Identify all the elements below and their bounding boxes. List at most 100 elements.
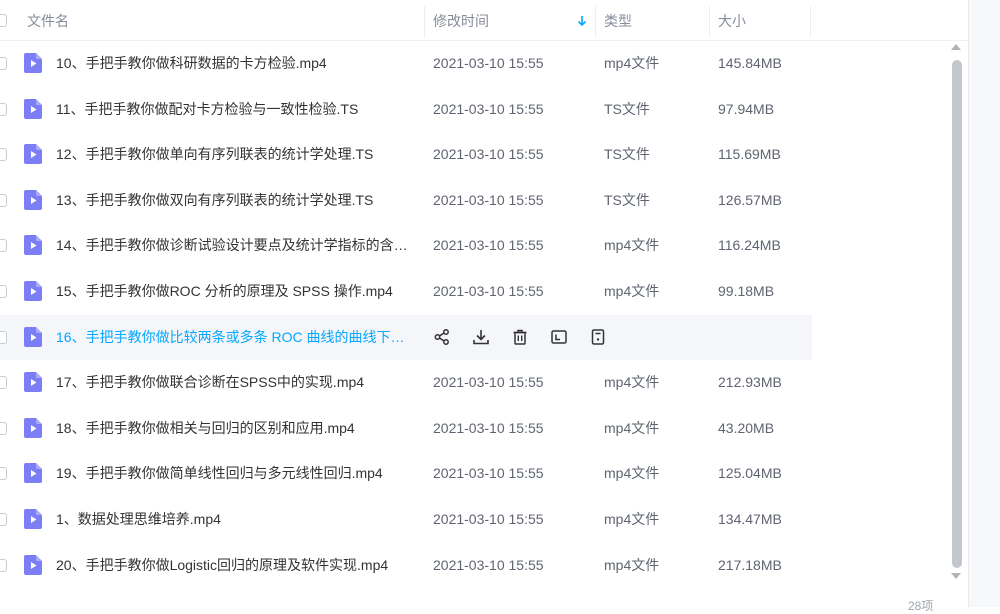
modified-time: 2021-03-10 15:55: [433, 557, 544, 573]
column-header-type[interactable]: 类型: [604, 0, 632, 40]
file-name[interactable]: 17、手把手教你做联合诊断在SPSS中的实现.mp4: [56, 360, 414, 405]
file-size: 99.18MB: [718, 283, 775, 299]
file-type: mp4文件: [604, 420, 660, 436]
scrollbar-thumb[interactable]: [952, 60, 962, 568]
file-type: TS文件: [604, 192, 650, 208]
file-row[interactable]: 16、手把手教你做比较两条或多条 ROC 曲线的曲线下面...: [0, 315, 812, 360]
video-file-icon: [24, 190, 42, 210]
sort-descending-icon[interactable]: [577, 15, 587, 27]
modified-time: 2021-03-10 15:55: [433, 55, 544, 71]
file-size: 125.04MB: [718, 465, 782, 481]
video-file-icon: [24, 235, 42, 255]
file-row[interactable]: 13、手把手教你做双向有序列联表的统计学处理.TS 2021-03-10 15:5…: [0, 178, 812, 223]
modified-time: 2021-03-10 15:55: [433, 192, 544, 208]
modified-time: 2021-03-10 15:55: [433, 101, 544, 117]
file-row[interactable]: 19、手把手教你做简单线性回归与多元线性回归.mp4 2021-03-10 15:…: [0, 451, 812, 496]
file-type: mp4文件: [604, 557, 660, 573]
video-file-icon: [24, 463, 42, 483]
file-row[interactable]: 12、手把手教你做单向有序列联表的统计学处理.TS 2021-03-10 15:5…: [0, 132, 812, 177]
file-name[interactable]: 13、手把手教你做双向有序列联表的统计学处理.TS: [56, 178, 414, 223]
file-list-header: 文件名 修改时间 类型 大小: [0, 0, 968, 41]
file-name[interactable]: 11、手把手教你做配对卡方检验与一致性检验.TS: [56, 87, 414, 132]
file-row[interactable]: 18、手把手教你做相关与回归的区别和应用.mp4 2021-03-10 15:55…: [0, 406, 812, 451]
file-row[interactable]: 1、数据处理思维培养.mp4 2021-03-10 15:55 mp4文件 134.4…: [0, 497, 812, 542]
column-header-time[interactable]: 修改时间: [433, 0, 489, 40]
video-file-icon: [24, 418, 42, 438]
file-type: mp4文件: [604, 465, 660, 481]
file-size: 115.69MB: [718, 146, 781, 162]
file-type: mp4文件: [604, 511, 660, 527]
scroll-down-arrow-icon[interactable]: [951, 573, 961, 579]
file-row[interactable]: 10、手把手教你做科研数据的卡方检验.mp4 2021-03-10 15:55 mp…: [0, 41, 812, 86]
item-count: 28项: [908, 599, 934, 613]
scroll-up-arrow-icon[interactable]: [951, 44, 961, 50]
row-checkbox[interactable]: [0, 239, 7, 252]
file-size: 97.94MB: [718, 101, 775, 117]
row-checkbox[interactable]: [0, 467, 7, 480]
row-checkbox[interactable]: [0, 376, 7, 389]
file-row[interactable]: 14、手把手教你做诊断试验设计要点及统计学指标的含义... 2021-03-10 …: [0, 223, 812, 268]
file-size: 134.47MB: [718, 511, 782, 527]
modified-time: 2021-03-10 15:55: [433, 374, 544, 390]
file-row[interactable]: 17、手把手教你做联合诊断在SPSS中的实现.mp4 2021-03-10 15:…: [0, 360, 812, 405]
modified-time: 2021-03-10 15:55: [433, 146, 544, 162]
file-row[interactable]: 15、手把手教你做ROC 分析的原理及 SPSS 操作.mp4 2021-03-1…: [0, 269, 812, 314]
row-checkbox[interactable]: [0, 194, 7, 207]
file-name[interactable]: 18、手把手教你做相关与回归的区别和应用.mp4: [56, 406, 414, 451]
file-name[interactable]: 1、数据处理思维培养.mp4: [56, 497, 414, 542]
file-name[interactable]: 14、手把手教你做诊断试验设计要点及统计学指标的含义...: [56, 223, 414, 268]
column-divider[interactable]: [709, 6, 710, 38]
file-name[interactable]: 12、手把手教你做单向有序列联表的统计学处理.TS: [56, 132, 414, 177]
row-checkbox[interactable]: [0, 422, 7, 435]
row-checkbox[interactable]: [0, 57, 7, 70]
column-header-size[interactable]: 大小: [718, 0, 746, 40]
file-size: 43.20MB: [718, 420, 775, 436]
video-file-icon: [24, 555, 42, 575]
column-divider[interactable]: [424, 6, 425, 38]
file-size: 145.84MB: [718, 55, 782, 71]
video-file-icon: [24, 144, 42, 164]
file-type: mp4文件: [604, 283, 660, 299]
video-file-icon: [24, 53, 42, 73]
file-row[interactable]: 11、手把手教你做配对卡方检验与一致性检验.TS 2021-03-10 15:55…: [0, 87, 812, 132]
download-icon[interactable]: [472, 328, 490, 346]
file-type: mp4文件: [604, 55, 660, 71]
row-checkbox[interactable]: [0, 285, 7, 298]
share-icon[interactable]: [433, 328, 451, 346]
file-name[interactable]: 20、手把手教你做Logistic回归的原理及软件实现.mp4: [56, 543, 414, 588]
more-icon[interactable]: [589, 328, 607, 346]
file-size: 116.24MB: [718, 237, 781, 253]
column-divider[interactable]: [810, 6, 811, 38]
file-type: TS文件: [604, 101, 650, 117]
row-checkbox[interactable]: [0, 148, 7, 161]
file-name[interactable]: 15、手把手教你做ROC 分析的原理及 SPSS 操作.mp4: [56, 269, 414, 314]
delete-icon[interactable]: [511, 328, 529, 346]
column-header-name[interactable]: 文件名: [27, 0, 69, 40]
video-file-icon: [24, 99, 42, 119]
modified-time: 2021-03-10 15:55: [433, 283, 544, 299]
file-row[interactable]: 20、手把手教你做Logistic回归的原理及软件实现.mp4 2021-03-1…: [0, 543, 812, 588]
file-size: 126.57MB: [718, 192, 782, 208]
video-file-icon: [24, 509, 42, 529]
modified-time: 2021-03-10 15:55: [433, 511, 544, 527]
column-divider[interactable]: [595, 6, 596, 38]
file-size: 212.93MB: [718, 374, 782, 390]
row-checkbox[interactable]: [0, 559, 7, 572]
file-type: mp4文件: [604, 374, 660, 390]
file-name[interactable]: 16、手把手教你做比较两条或多条 ROC 曲线的曲线下面...: [56, 315, 414, 360]
modified-time: 2021-03-10 15:55: [433, 237, 544, 253]
video-file-icon: [24, 372, 42, 392]
rename-icon[interactable]: [550, 328, 568, 346]
file-type: TS文件: [604, 146, 650, 162]
row-checkbox[interactable]: [0, 103, 7, 116]
file-name[interactable]: 19、手把手教你做简单线性回归与多元线性回归.mp4: [56, 451, 414, 496]
select-all-checkbox[interactable]: [0, 14, 7, 27]
video-file-icon: [24, 281, 42, 301]
modified-time: 2021-03-10 15:55: [433, 465, 544, 481]
right-panel-edge: [968, 0, 1000, 607]
file-size: 217.18MB: [718, 557, 782, 573]
row-checkbox[interactable]: [0, 513, 7, 526]
file-name[interactable]: 10、手把手教你做科研数据的卡方检验.mp4: [56, 41, 414, 86]
video-file-icon: [24, 327, 42, 347]
row-checkbox[interactable]: [0, 331, 7, 344]
